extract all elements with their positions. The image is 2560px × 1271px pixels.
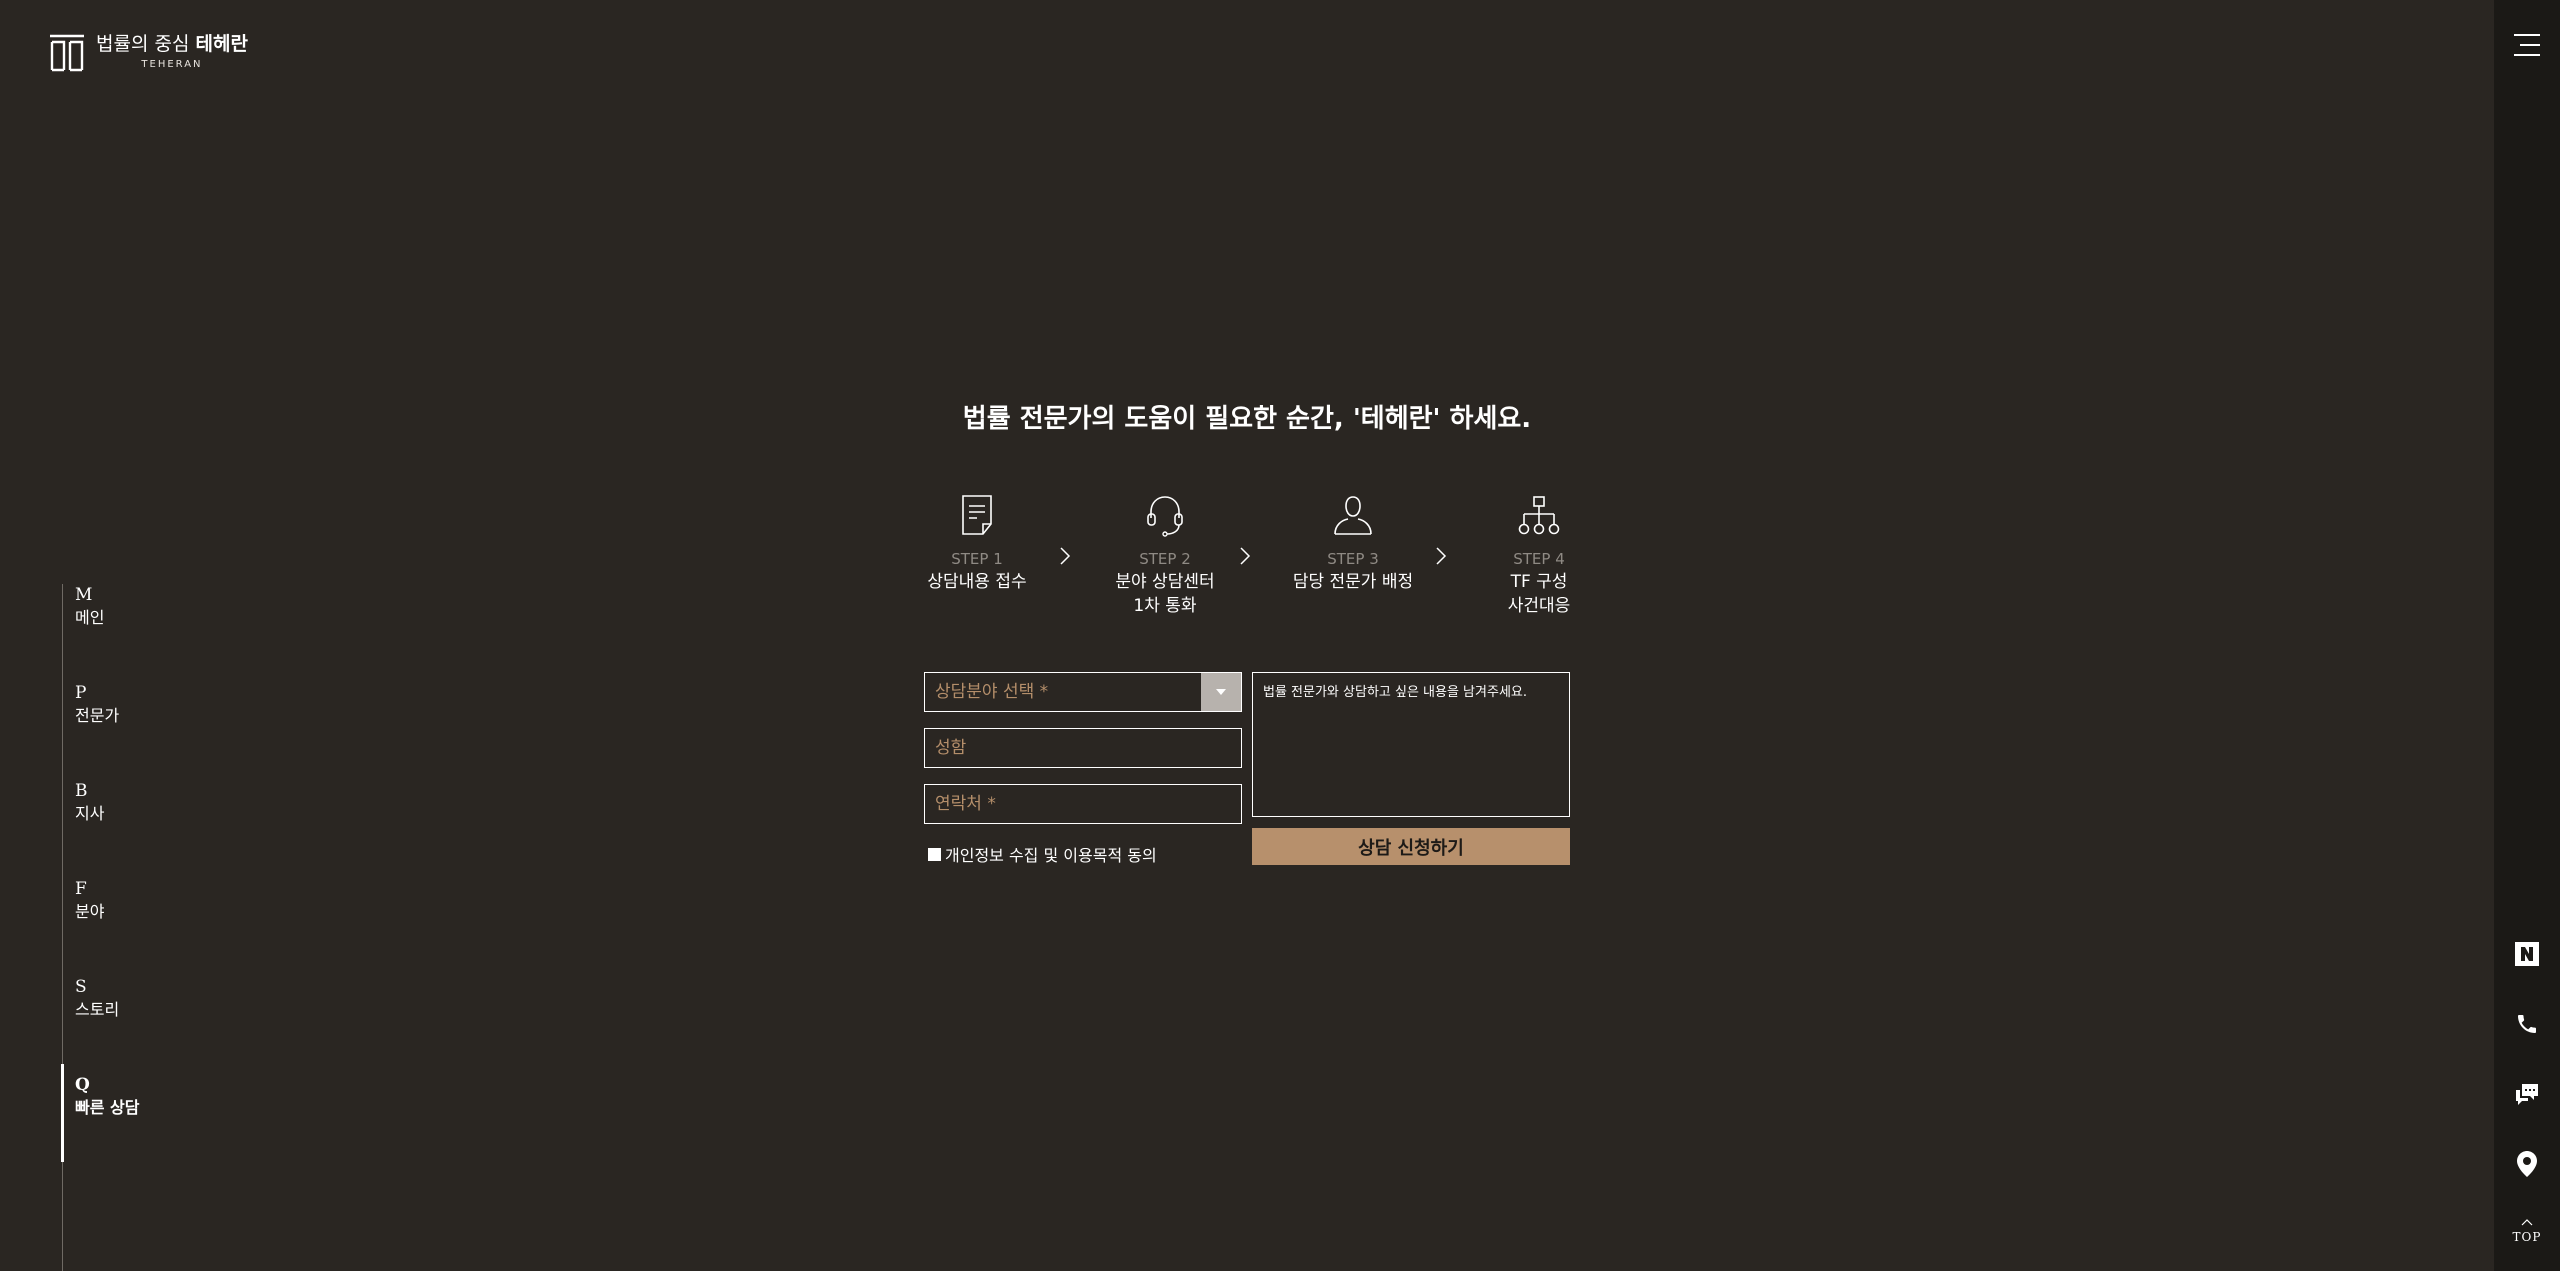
headset-icon	[1147, 496, 1183, 537]
step-1: STEP 1 상담내용 접수	[912, 494, 1042, 594]
privacy-agree[interactable]: 개인정보 수집 및 이용목적 동의	[924, 842, 1242, 866]
consult-form-left: 상담분야 선택 * 개인정보 수집 및 이용목적 동의	[924, 672, 1242, 866]
step-4: STEP 4 TF 구성 사건대응	[1474, 494, 1604, 618]
nav-letter: M	[75, 585, 93, 605]
message-textarea[interactable]	[1252, 672, 1570, 817]
step-title: 담당 전문가 배정	[1292, 572, 1414, 592]
person-icon	[1334, 496, 1372, 535]
nav-label: 빠른 상담	[75, 1098, 140, 1117]
nav-letter: P	[75, 683, 87, 703]
step-title: 분야 상담센터 1차 통화	[1115, 572, 1215, 616]
chevron-down-icon[interactable]	[1201, 673, 1241, 711]
privacy-agree-label: 개인정보 수집 및 이용목적 동의	[945, 846, 1157, 865]
nav-item-fields[interactable]: F 분야	[63, 878, 182, 976]
nav-item-story[interactable]: S 스토리	[63, 976, 182, 1074]
section-headline: 법률 전문가의 도움이 필요한 순간, '테헤란' 하세요.	[962, 404, 1532, 434]
logo-name-light: 법률의 중심	[96, 32, 190, 55]
document-icon	[962, 495, 992, 535]
hamburger-menu-icon[interactable]	[2514, 34, 2540, 56]
naver-icon[interactable]	[2513, 940, 2541, 968]
step-title: 상담내용 접수	[927, 572, 1027, 592]
process-steps: STEP 1 상담내용 접수 STEP 2 분야 상담센터 1차 통화 STEP…	[912, 494, 1638, 624]
logo-name-en: TEHERAN	[141, 58, 203, 70]
logo[interactable]: 법률의 중심 테헤란 TEHERAN	[48, 32, 248, 72]
top-label: TOP	[2512, 1230, 2542, 1244]
step-number: STEP 2	[1139, 550, 1191, 568]
phone-icon[interactable]	[2513, 1010, 2541, 1038]
nav-label: 스토리	[75, 1000, 120, 1019]
org-chart-icon	[1518, 496, 1560, 535]
category-select[interactable]: 상담분야 선택 *	[924, 672, 1242, 712]
location-pin-icon[interactable]	[2513, 1150, 2541, 1178]
nav-letter: B	[75, 781, 88, 801]
chevron-right-icon	[1060, 547, 1071, 565]
name-input[interactable]	[924, 728, 1242, 768]
page: 법률의 중심 테헤란 TEHERAN TOP M 메인 P 전문가 B 지사 F…	[0, 0, 2560, 1271]
step-title: TF 구성 사건대응	[1507, 572, 1571, 616]
category-select-value: 상담분야 선택 *	[935, 682, 1049, 702]
chevron-right-icon	[1240, 547, 1251, 565]
section-nav: M 메인 P 전문가 B 지사 F 분야 S 스토리 Q 빠른 상담	[61, 584, 182, 1271]
nav-label: 메인	[75, 608, 105, 627]
chevron-right-icon	[1436, 547, 1447, 565]
logo-main-text: 법률의 중심 테헤란	[96, 32, 248, 55]
nav-letter: S	[75, 977, 87, 997]
step-3: STEP 3 담당 전문가 배정	[1288, 494, 1418, 594]
nav-letter: F	[75, 879, 87, 899]
nav-item-experts[interactable]: P 전문가	[63, 682, 182, 780]
logo-text: 법률의 중심 테헤란 TEHERAN	[96, 32, 248, 70]
right-rail: TOP	[2494, 0, 2560, 1271]
logo-name-bold: 테헤란	[195, 32, 248, 55]
contact-input[interactable]	[924, 784, 1242, 824]
chevron-up-icon	[2521, 1219, 2533, 1226]
chat-icon[interactable]	[2513, 1080, 2541, 1108]
nav-item-branches[interactable]: B 지사	[63, 780, 182, 878]
step-number: STEP 3	[1327, 550, 1379, 568]
privacy-agree-checkbox[interactable]	[928, 847, 941, 861]
nav-item-quick-consult[interactable]: Q 빠른 상담	[61, 1064, 182, 1172]
consult-form-right: 상담 신청하기	[1252, 672, 1570, 865]
step-2: STEP 2 분야 상담센터 1차 통화	[1100, 494, 1230, 618]
nav-item-main[interactable]: M 메인	[63, 584, 182, 682]
submit-button[interactable]: 상담 신청하기	[1252, 828, 1570, 865]
nav-letter: Q	[75, 1075, 90, 1095]
nav-label: 전문가	[75, 706, 120, 725]
nav-label: 분야	[75, 902, 105, 921]
step-number: STEP 1	[951, 550, 1003, 568]
nav-label: 지사	[75, 804, 105, 823]
scroll-top-button[interactable]: TOP	[2510, 1218, 2544, 1245]
logo-mark-icon	[50, 34, 84, 72]
step-number: STEP 4	[1513, 550, 1565, 568]
